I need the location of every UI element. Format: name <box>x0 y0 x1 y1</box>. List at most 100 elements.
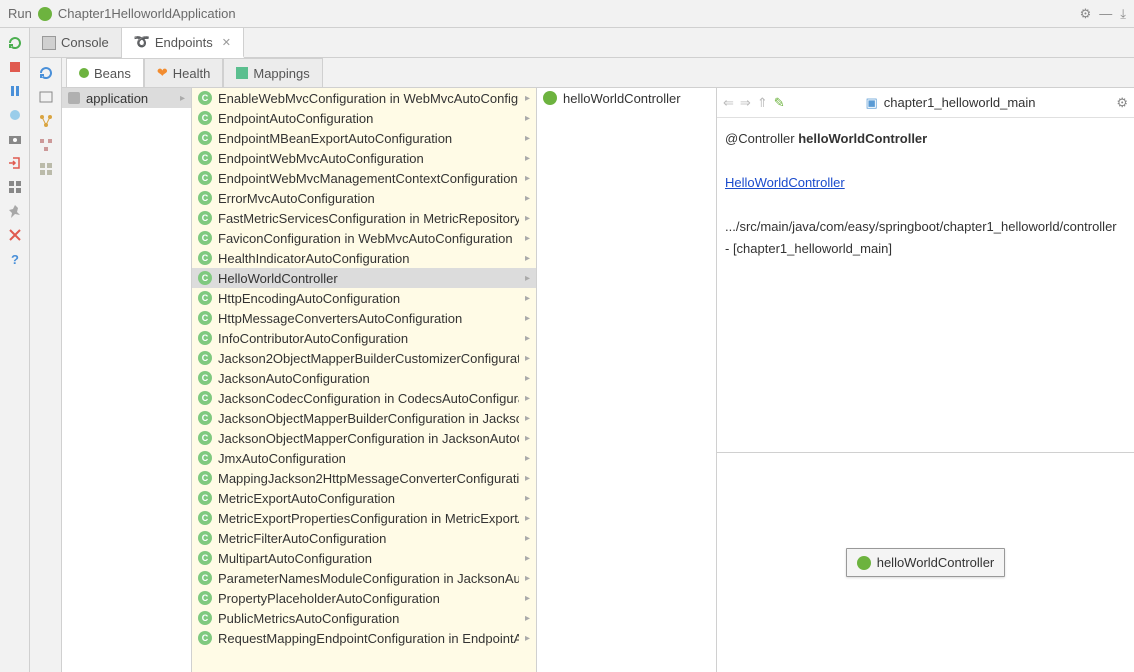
dependency-label: helloWorldController <box>563 91 681 106</box>
class-icon: C <box>198 191 212 205</box>
bean-item-label: JacksonAutoConfiguration <box>218 371 370 386</box>
dependency-item[interactable]: helloWorldController <box>537 88 716 108</box>
bean-item[interactable]: CMappingJackson2HttpMessageConverterConf… <box>192 468 536 488</box>
nav-forward-icon[interactable]: ⇒ <box>740 95 751 111</box>
bean-item[interactable]: CEndpointWebMvcAutoConfiguration▸ <box>192 148 536 168</box>
stop-icon[interactable] <box>6 58 24 76</box>
class-icon: C <box>198 171 212 185</box>
nav-up-icon[interactable]: ⇑ <box>757 95 768 111</box>
tab-console[interactable]: Console <box>30 28 122 57</box>
bean-item[interactable]: C EndpointWebMvcManagementContextConfigur… <box>192 168 536 188</box>
class-icon: C <box>198 151 212 165</box>
bean-item-label: EndpointAutoConfiguration <box>218 111 373 126</box>
beans-list[interactable]: CEnableWebMvcConfiguration in WebMvcAuto… <box>192 88 537 672</box>
chevron-right-icon: ▸ <box>525 593 530 604</box>
class-icon: C <box>198 271 212 285</box>
bean-item[interactable]: CPropertyPlaceholderAutoConfiguration▸ <box>192 588 536 608</box>
detail-gear-icon[interactable] <box>1116 95 1128 111</box>
chevron-right-icon: ▸ <box>525 313 530 324</box>
edit-source-icon[interactable]: ✎ <box>774 95 785 111</box>
bean-item[interactable]: CJmxAutoConfiguration▸ <box>192 448 536 468</box>
bean-item[interactable]: CJacksonObjectMapperConfiguration in Jac… <box>192 428 536 448</box>
bean-item[interactable]: CMetricExportAutoConfiguration▸ <box>192 488 536 508</box>
chevron-right-icon: ▸ <box>525 633 530 644</box>
layout-icon[interactable] <box>6 178 24 196</box>
class-icon: C <box>198 251 212 265</box>
chevron-right-icon: ▸ <box>525 213 530 224</box>
bean-item[interactable]: CHttpEncodingAutoConfiguration▸ <box>192 288 536 308</box>
bean-item-label: FastMetricServicesConfiguration in Metri… <box>218 211 519 226</box>
bean-item[interactable]: CPublicMetricsAutoConfiguration▸ <box>192 608 536 628</box>
diagram-icon[interactable] <box>36 112 56 130</box>
nav-back-icon[interactable]: ⇐ <box>723 95 734 111</box>
bean-item-label: JacksonObjectMapperConfiguration in Jack… <box>218 431 519 446</box>
bean-item[interactable]: CJackson2ObjectMapperBuilderCustomizerCo… <box>192 348 536 368</box>
detail-diagram[interactable]: helloWorldController <box>717 452 1134 672</box>
bean-item[interactable]: CRequestMappingEndpointConfiguration in … <box>192 628 536 648</box>
chevron-right-icon: ▸ <box>525 413 530 424</box>
exit-icon[interactable] <box>6 154 24 172</box>
bean-item[interactable]: CHealthIndicatorAutoConfiguration▸ <box>192 248 536 268</box>
pause-icon[interactable] <box>6 82 24 100</box>
camera-icon[interactable] <box>6 130 24 148</box>
close-tab-icon[interactable]: ✕ <box>222 36 231 49</box>
secondary-rail <box>30 58 62 672</box>
grid-icon[interactable] <box>36 160 56 178</box>
bean-icon <box>79 68 89 78</box>
rerun-icon[interactable] <box>6 34 24 52</box>
bean-item[interactable]: CHelloWorldController▸ <box>192 268 536 288</box>
tree-icon[interactable] <box>36 136 56 154</box>
bean-item[interactable]: CInfoContributorAutoConfiguration▸ <box>192 328 536 348</box>
spring-node-icon <box>857 556 871 570</box>
chevron-right-icon: ▸ <box>525 373 530 384</box>
pin-icon[interactable] <box>6 202 24 220</box>
help-icon[interactable]: ? <box>6 250 24 268</box>
subtab-health[interactable]: Health <box>144 58 223 87</box>
close-icon[interactable] <box>6 226 24 244</box>
bean-item-label: MetricFilterAutoConfiguration <box>218 531 386 546</box>
bean-item-label: HealthIndicatorAutoConfiguration <box>218 251 410 266</box>
bean-item-label: EndpointWebMvcManagementContextConfigura… <box>218 171 518 186</box>
subtab-beans[interactable]: Beans <box>66 58 144 87</box>
bean-item[interactable]: CMetricExportPropertiesConfiguration in … <box>192 508 536 528</box>
chevron-right-icon: ▸ <box>525 193 530 204</box>
bean-item[interactable]: CJacksonCodecConfiguration in CodecsAuto… <box>192 388 536 408</box>
diagram-node[interactable]: helloWorldController <box>846 548 1006 577</box>
refresh-icon[interactable] <box>36 64 56 82</box>
bean-item[interactable]: CEnableWebMvcConfiguration in WebMvcAuto… <box>192 88 536 108</box>
bean-item[interactable]: CMetricFilterAutoConfiguration▸ <box>192 528 536 548</box>
bean-item[interactable]: CEndpointMBeanExportAutoConfiguration▸ <box>192 128 536 148</box>
dump-icon[interactable] <box>6 106 24 124</box>
bean-item[interactable]: CErrorMvcAutoConfiguration▸ <box>192 188 536 208</box>
class-icon: C <box>198 231 212 245</box>
bean-item[interactable]: CJacksonAutoConfiguration▸ <box>192 368 536 388</box>
bean-item[interactable]: CParameterNamesModuleConfiguration in Ja… <box>192 568 536 588</box>
subtab-mappings[interactable]: Mappings <box>223 58 322 87</box>
chevron-right-icon: ▸ <box>180 93 185 104</box>
detail-annotation: @Controller <box>725 131 795 146</box>
class-icon: C <box>198 391 212 405</box>
bean-item[interactable]: CHttpMessageConvertersAutoConfiguration▸ <box>192 308 536 328</box>
bean-item[interactable]: CFaviconConfiguration in WebMvcAutoConfi… <box>192 228 536 248</box>
subtab-health-label: Health <box>173 66 211 81</box>
detail-class-link[interactable]: HelloWorldController <box>725 175 845 190</box>
class-icon: C <box>198 111 212 125</box>
bean-item[interactable]: CJacksonObjectMapperBuilderConfiguration… <box>192 408 536 428</box>
context-item-application[interactable]: application ▸ <box>62 88 191 108</box>
chevron-right-icon: ▸ <box>525 353 530 364</box>
filter-icon[interactable] <box>36 88 56 106</box>
dash-icon[interactable]: — <box>1099 6 1112 21</box>
bean-item[interactable]: CMultipartAutoConfiguration▸ <box>192 548 536 568</box>
bean-item-label: EndpointWebMvcAutoConfiguration <box>218 151 424 166</box>
bean-item-label: JacksonObjectMapperBuilderConfiguration … <box>218 411 519 426</box>
tab-row: Console Endpoints ✕ <box>30 28 1134 58</box>
bean-item[interactable]: CEndpointAutoConfiguration▸ <box>192 108 536 128</box>
tab-endpoints[interactable]: Endpoints ✕ <box>122 28 244 58</box>
chevron-right-icon: ▸ <box>525 573 530 584</box>
bean-item[interactable]: CFastMetricServicesConfiguration in Metr… <box>192 208 536 228</box>
gear-icon[interactable] <box>1080 6 1092 22</box>
bean-item-label: MappingJackson2HttpMessageConverterConfi… <box>218 471 519 486</box>
endpoint-icon <box>134 34 150 50</box>
chevron-right-icon: ▸ <box>525 333 530 344</box>
download-icon[interactable] <box>1120 6 1126 22</box>
